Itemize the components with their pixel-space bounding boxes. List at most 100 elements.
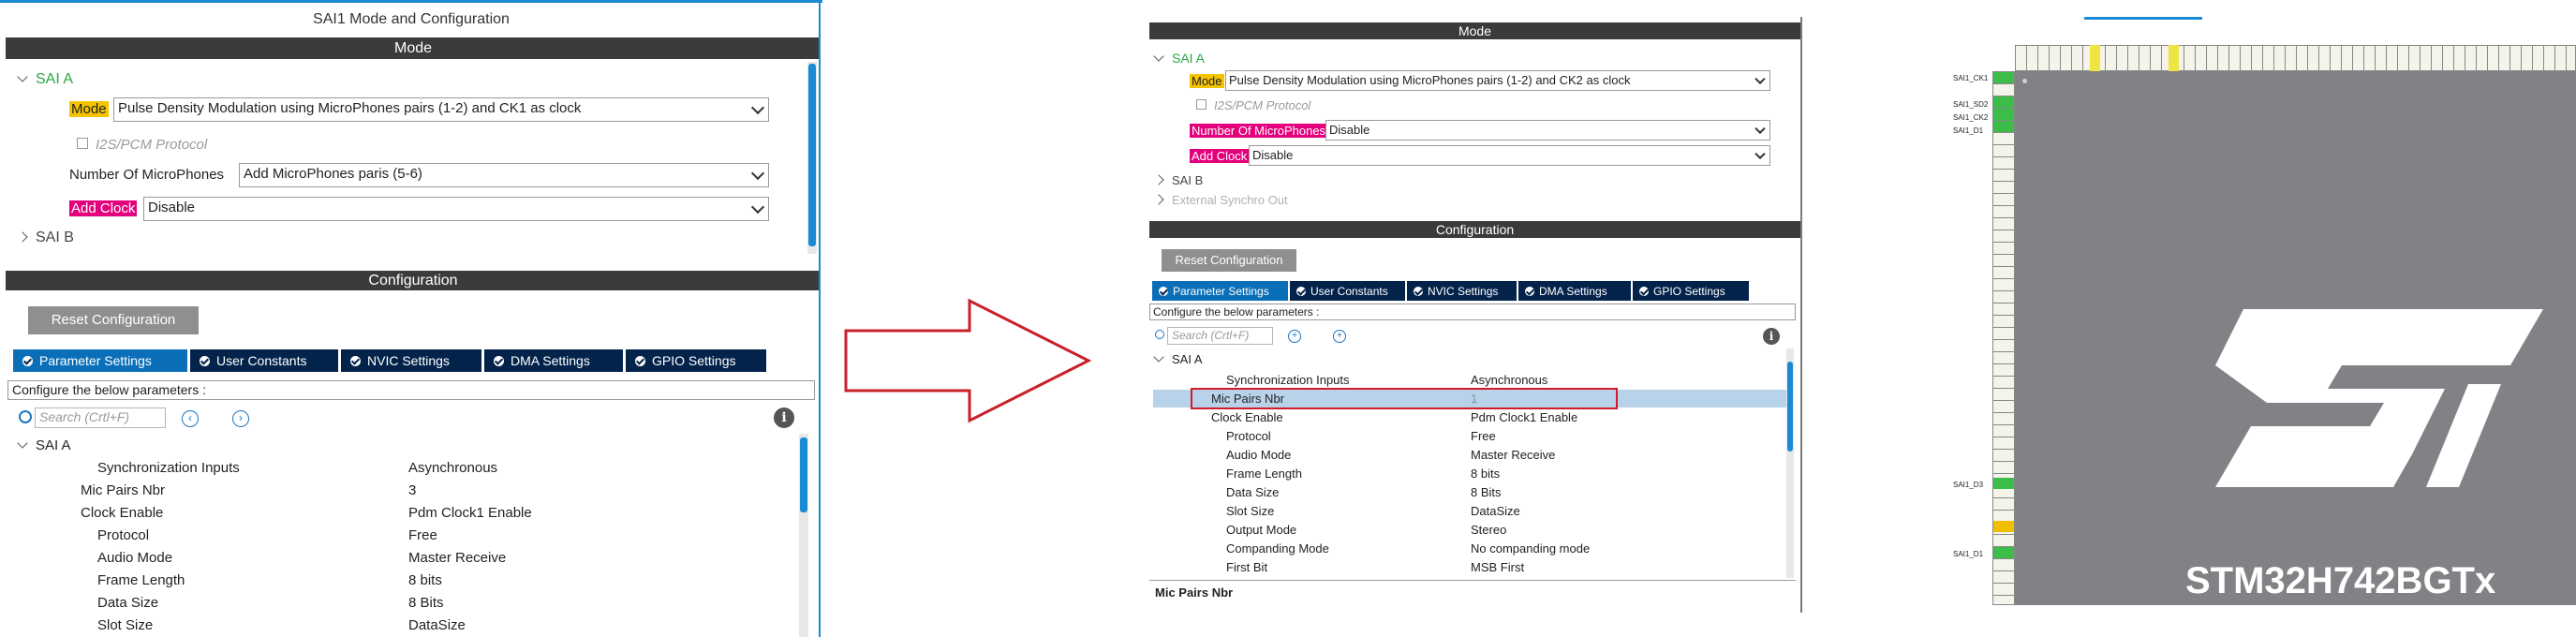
param-name: First Bit <box>1226 560 1268 574</box>
tab-parameter-settings[interactable]: Parameter Settings <box>1152 281 1288 301</box>
num-mic-value: Disable <box>1329 123 1370 137</box>
tab-label: NVIC Settings <box>367 353 450 368</box>
num-mic-select[interactable]: Disable <box>1325 120 1770 141</box>
check-icon <box>1525 286 1534 296</box>
param-row[interactable]: Companding Mode <box>1226 541 1329 556</box>
tab-gpio-settings[interactable]: GPIO Settings <box>1633 281 1749 301</box>
param-row[interactable]: Data Size <box>97 595 158 611</box>
mode-select[interactable]: Pulse Density Modulation using MicroPhon… <box>113 97 769 122</box>
chevron-down-icon <box>750 200 765 215</box>
tab-user-constants[interactable]: User Constants <box>190 349 338 372</box>
param-row[interactable]: Frame Length <box>97 572 185 588</box>
param-row[interactable]: Synchronization Inputs <box>1226 373 1350 387</box>
tab-dma-settings[interactable]: DMA Settings <box>1518 281 1631 301</box>
sai-a-label: SAI A <box>36 71 74 87</box>
tab-dma-settings[interactable]: DMA Settings <box>484 349 623 372</box>
sai-a-tree-item[interactable]: SAI A <box>1153 51 1205 66</box>
tab-nvic-settings[interactable]: NVIC Settings <box>1407 281 1517 301</box>
pin-yellow <box>1993 521 2014 532</box>
num-mic-value: Add MicroPhones paris (5-6) <box>244 166 422 182</box>
sai-b-label: SAI B <box>36 230 74 245</box>
param-row[interactable]: First Bit <box>1226 560 1267 574</box>
i2s-protocol-checkbox[interactable]: I2S/PCM Protocol <box>77 137 207 153</box>
tab-label: GPIO Settings <box>652 353 736 368</box>
mid-tabbar: Parameter Settings User Constants NVIC S… <box>1152 281 1749 301</box>
reset-configuration-button[interactable]: Reset Configuration <box>28 306 199 334</box>
pin-green <box>1993 96 2014 108</box>
mode-select-value: Pulse Density Modulation using MicroPhon… <box>118 100 582 116</box>
param-scrollbar[interactable] <box>799 434 808 637</box>
sai-b-tree-item[interactable]: SAI B <box>17 230 74 246</box>
transition-arrow-icon <box>844 298 1092 423</box>
expand-all-icon[interactable]: › <box>232 410 249 427</box>
mid-mode-right-border <box>1800 17 1802 219</box>
mode-scrollbar[interactable] <box>807 62 817 254</box>
configure-params-text: Configure the below parameters : <box>7 380 815 400</box>
param-scroll-thumb[interactable] <box>800 437 807 512</box>
add-clock-label-text: Add Clock <box>69 200 138 216</box>
tab-user-constants[interactable]: User Constants <box>1290 281 1405 301</box>
param-name: Clock Enable <box>81 505 164 521</box>
param-name: Slot Size <box>1226 504 1275 518</box>
mid-config-panel: Mode SAI A Mode Pulse Density Modulation… <box>1147 13 1803 613</box>
tab-label: User Constants <box>1310 284 1388 298</box>
param-value: Master Receive <box>408 550 507 566</box>
param-value: DataSize <box>1471 504 1520 518</box>
param-row[interactable]: Protocol <box>1226 429 1271 443</box>
tree-sai-a[interactable]: SAI A <box>1153 351 1203 366</box>
param-name: Frame Length <box>1226 467 1302 481</box>
param-row[interactable]: Frame Length <box>1226 467 1302 481</box>
param-row[interactable]: Audio Mode <box>1226 448 1291 462</box>
param-value: Master Receive <box>1471 448 1556 462</box>
param-row[interactable]: Mic Pairs Nbr <box>1211 392 1284 406</box>
tab-gpio-settings[interactable]: GPIO Settings <box>626 349 766 372</box>
param-row[interactable]: Output Mode <box>1226 523 1296 537</box>
param-row[interactable]: Mic Pairs Nbr <box>81 482 165 498</box>
param-name: Synchronization Inputs <box>97 460 240 476</box>
info-icon[interactable]: i <box>774 407 794 428</box>
param-row[interactable]: Slot Size <box>97 617 153 633</box>
config-header: Configuration <box>1149 221 1800 238</box>
param-row[interactable]: Synchronization Inputs <box>97 460 240 476</box>
param-row[interactable]: Clock Enable <box>1211 410 1283 424</box>
mode-header: Mode <box>6 37 821 59</box>
mode-select[interactable]: Pulse Density Modulation using MicroPhon… <box>1225 70 1770 91</box>
param-name: Mic Pairs Nbr <box>1211 392 1285 406</box>
tab-nvic-settings[interactable]: NVIC Settings <box>341 349 481 372</box>
expand-all-icon[interactable]: + <box>1333 330 1346 343</box>
search-input[interactable]: Search (Crtl+F) <box>35 407 166 428</box>
add-clock-label-text: Add Clock <box>1190 149 1250 163</box>
collapse-all-icon[interactable]: + <box>1288 330 1301 343</box>
tab-parameter-settings[interactable]: Parameter Settings <box>13 349 187 372</box>
param-name: Synchronization Inputs <box>1226 373 1350 387</box>
add-clock-select[interactable]: Disable <box>1249 145 1770 166</box>
mode-scroll-thumb[interactable] <box>808 64 816 246</box>
config-header: Configuration <box>6 271 821 290</box>
info-icon[interactable]: i <box>1763 328 1780 345</box>
param-row[interactable]: Protocol <box>97 527 149 543</box>
collapse-all-icon[interactable]: ‹ <box>182 410 199 427</box>
param-scrollbar[interactable] <box>1786 348 1794 578</box>
mode-select-value: Pulse Density Modulation using MicroPhon… <box>1229 73 1631 87</box>
pin-green <box>1993 121 2014 132</box>
search-input[interactable]: Search (Crtl+F) <box>1167 327 1273 345</box>
param-name: Clock Enable <box>1211 410 1283 424</box>
param-name: Audio Mode <box>1226 448 1292 462</box>
sai-b-tree-item[interactable]: SAI B <box>1153 173 1203 187</box>
tree-sai-a[interactable]: SAI A <box>17 437 71 453</box>
reset-configuration-button[interactable]: Reset Configuration <box>1162 249 1296 272</box>
add-clock-select[interactable]: Disable <box>143 197 769 221</box>
param-scroll-thumb[interactable] <box>1787 362 1793 452</box>
tree-sai-a-label: SAI A <box>1172 352 1203 366</box>
search-icon <box>19 410 32 423</box>
param-row[interactable]: Clock Enable <box>81 505 163 521</box>
param-row[interactable]: Slot Size <box>1226 504 1274 518</box>
num-mic-select[interactable]: Add MicroPhones paris (5-6) <box>239 163 769 187</box>
chevron-down-icon <box>1754 73 1766 85</box>
sai-a-tree-item[interactable]: SAI A <box>17 71 74 88</box>
add-clock-label: Add Clock <box>69 200 138 216</box>
param-row[interactable]: Data Size <box>1226 485 1279 499</box>
param-row[interactable]: Audio Mode <box>97 550 172 566</box>
external-synchro-tree-item[interactable]: External Synchro Out <box>1153 193 1288 207</box>
i2s-protocol-checkbox[interactable]: I2S/PCM Protocol <box>1196 98 1310 112</box>
